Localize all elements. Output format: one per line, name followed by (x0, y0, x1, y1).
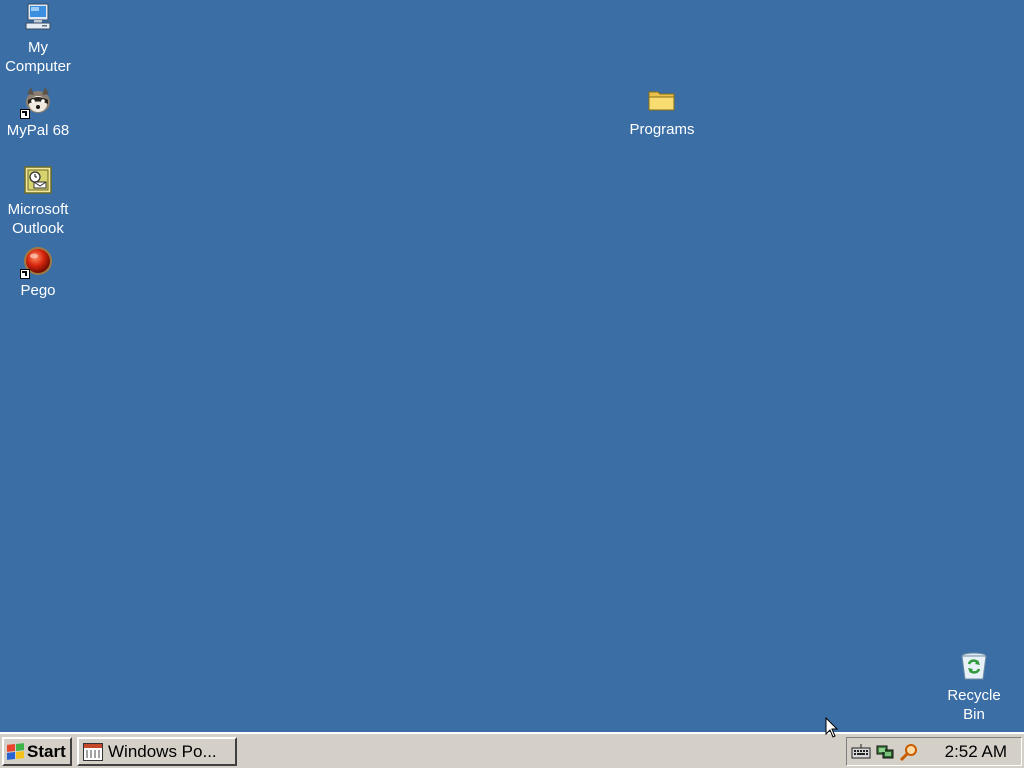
window-app-icon (83, 742, 103, 761)
taskbar: Start Windows Po... 2:52 AM (0, 732, 1024, 768)
mouse-cursor-icon (825, 716, 839, 739)
desktop-icon-programs[interactable]: Programs (624, 84, 700, 139)
start-button[interactable]: Start (2, 737, 72, 766)
desktop-icon-label: Recycle Bin (947, 687, 1001, 723)
desktop-icon-label: Microsoft Outlook (7, 201, 69, 237)
desktop[interactable]: My Computer MyPal 68 Microsoft Outlook P… (0, 0, 1024, 732)
network-icon[interactable] (875, 743, 895, 761)
shortcut-arrow-icon (20, 269, 30, 279)
start-button-label: Start (27, 741, 66, 761)
folder-icon (646, 84, 678, 116)
desktop-icon-label: MyPal 68 (6, 122, 70, 139)
desktop-icon-recycle-bin[interactable]: Recycle Bin (936, 650, 1012, 724)
desktop-icon-label: Pego (20, 282, 56, 299)
outlook-icon (22, 164, 54, 196)
clock[interactable]: 2:52 AM (945, 742, 1007, 762)
desktop-icon-mypal[interactable]: MyPal 68 (0, 85, 76, 140)
pego-icon (20, 245, 54, 279)
keyboard-icon[interactable] (851, 743, 871, 761)
shortcut-arrow-icon (20, 109, 30, 119)
search-icon[interactable] (899, 743, 919, 761)
desktop-icon-pego[interactable]: Pego (0, 245, 76, 300)
my-computer-icon (22, 2, 54, 34)
desktop-icon-label: My Computer (5, 39, 71, 75)
raccoon-icon (20, 85, 54, 119)
system-tray: 2:52 AM (846, 737, 1022, 766)
taskbar-window-label: Windows Po... (108, 741, 217, 761)
desktop-icon-my-computer[interactable]: My Computer (0, 2, 76, 76)
recycle-bin-icon (958, 650, 990, 682)
taskbar-window-button[interactable]: Windows Po... (77, 737, 237, 766)
windows-logo-icon (7, 743, 24, 760)
desktop-icon-outlook[interactable]: Microsoft Outlook (0, 164, 76, 238)
desktop-icon-label: Programs (629, 121, 695, 138)
